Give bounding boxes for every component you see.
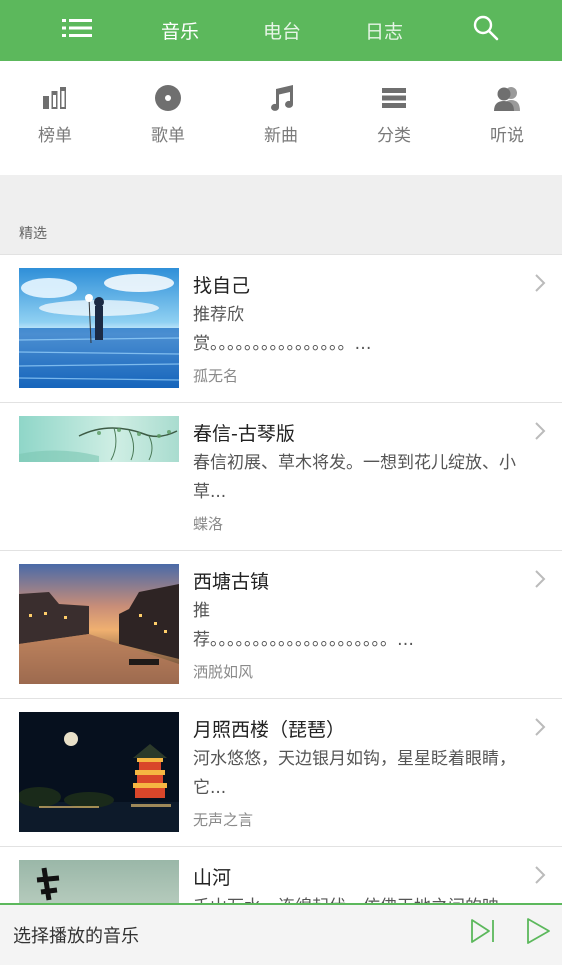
chevron-right-icon — [535, 866, 546, 884]
stack-icon — [379, 83, 409, 113]
disc-icon — [153, 83, 183, 113]
item-description: 推荐欣 赏。。。。。。。。。。。。。。。。… — [193, 305, 372, 354]
list-item[interactable]: 春信-古琴版 春信初展、草木将发。一想到花儿绽放、小草... 蝶洛 — [0, 403, 562, 551]
play-icon — [527, 918, 550, 944]
chevron-right-icon — [535, 422, 546, 440]
section-divider — [0, 175, 562, 255]
category-charts[interactable]: 榜单 — [15, 83, 95, 153]
item-author: 无声之言 — [193, 811, 254, 829]
search-button[interactable] — [462, 0, 510, 61]
item-description: 春信初展、草木将发。一想到花儿绽放、小草... — [193, 453, 516, 502]
category-genres[interactable]: 分类 — [354, 83, 434, 153]
category-row: 榜单 歌单 新曲 分类 听说 — [0, 61, 562, 175]
item-author: 洒脱如风 — [193, 663, 254, 681]
category-label: 新曲 — [264, 126, 298, 146]
next-button[interactable] — [466, 913, 500, 949]
tab-music[interactable]: 音乐 — [150, 0, 210, 61]
item-description: 推 荐。。。。。。。。。。。。。。。。。。。。。… — [193, 601, 414, 650]
bar-chart-icon — [40, 83, 70, 113]
users-icon — [492, 83, 522, 113]
category-label: 歌单 — [151, 126, 185, 146]
item-title: 找自己 — [193, 275, 251, 297]
category-label: 分类 — [377, 126, 411, 146]
category-talk[interactable]: 听说 — [467, 83, 547, 153]
list-item[interactable]: 西塘古镇 推 荐。。。。。。。。。。。。。。。。。。。。。… 洒脱如风 — [0, 551, 562, 699]
chevron-right-icon — [535, 274, 546, 292]
item-title: 月照西楼（琵琶） — [193, 719, 346, 741]
item-author: 蝶洛 — [193, 515, 224, 533]
category-playlists[interactable]: 歌单 — [128, 83, 208, 153]
player-bar: 选择播放的音乐 — [0, 903, 562, 965]
chevron-right-icon — [535, 570, 546, 588]
thumbnail-image — [19, 564, 179, 684]
chevron-right-icon — [535, 718, 546, 736]
skip-next-icon — [471, 919, 494, 943]
tab-radio[interactable]: 电台 — [252, 0, 312, 61]
tab-journal[interactable]: 日志 — [354, 0, 414, 61]
category-new-songs[interactable]: 新曲 — [241, 83, 321, 153]
search-icon — [473, 15, 499, 46]
menu-button[interactable] — [50, 0, 104, 61]
music-note-icon — [266, 83, 296, 113]
list-icon — [62, 17, 92, 44]
thumbnail-image — [19, 416, 179, 462]
item-title: 春信-古琴版 — [193, 423, 295, 445]
play-button[interactable] — [520, 913, 554, 949]
item-title: 山河 — [193, 867, 232, 889]
category-label: 榜单 — [38, 126, 72, 146]
top-nav-bar: 音乐 电台 日志 — [0, 0, 562, 61]
item-author: 孤无名 — [193, 367, 239, 385]
thumbnail-image — [19, 268, 179, 388]
item-description: 河水悠悠，天边银月如钩，星星眨着眼睛，它... — [193, 749, 516, 798]
list-item[interactable]: 月照西楼（琵琶） 河水悠悠，天边银月如钩，星星眨着眼睛，它... 无声之言 — [0, 699, 562, 847]
thumbnail-image — [19, 712, 179, 832]
section-title: 精选 — [19, 226, 47, 242]
list-item[interactable]: 找自己 推荐欣 赏。。。。。。。。。。。。。。。。… 孤无名 — [0, 255, 562, 403]
category-label: 听说 — [490, 126, 524, 146]
now-playing-title: 选择播放的音乐 — [13, 926, 139, 947]
item-title: 西塘古镇 — [193, 571, 270, 593]
